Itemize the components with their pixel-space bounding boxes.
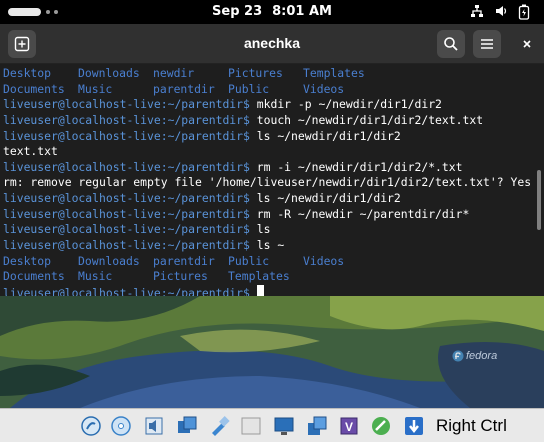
directory-entry: Downloads [78, 253, 140, 268]
fedora-wordmark: fedora [466, 350, 498, 362]
directory-entry: parentdir [153, 253, 215, 268]
optical-drive-icon[interactable] [110, 415, 132, 437]
terminal-line: liveuser@localhost-live:~/parentdir$ tou… [3, 113, 544, 129]
directory-entry: Pictures [153, 269, 208, 284]
fedora-icon [452, 350, 464, 362]
shell-prompt: liveuser@localhost-live:~/parentdir$ [3, 112, 250, 127]
network-adapter-icon[interactable] [176, 415, 198, 437]
shell-command: ls ~ [249, 238, 285, 253]
terminal-line: Desktop Downloads parentdir Public Videos [3, 254, 544, 270]
shell-command: rm -R ~/newdir ~/parentdir/dir* [249, 206, 470, 221]
directory-entry: Pictures [228, 66, 283, 80]
terminal-line: liveuser@localhost-live:~/parentdir$ ls … [3, 129, 544, 145]
shell-command: ls ~/newdir/dir1/dir2 [249, 128, 401, 143]
shell-prompt: liveuser@localhost-live:~/parentdir$ [3, 238, 250, 253]
network-icon[interactable] [470, 4, 484, 18]
search-button[interactable] [437, 30, 465, 58]
shell-prompt: liveuser@localhost-live:~/parentdir$ [3, 97, 250, 112]
hamburger-icon [481, 39, 493, 49]
shell-command: rm -i ~/newdir/dir1/dir2/*.txt [249, 159, 463, 174]
shell-command: touch ~/newdir/dir1/dir2/text.txt [249, 112, 484, 127]
terminal-line: liveuser@localhost-live:~/parentdir$ ls [3, 222, 544, 238]
virtualbox-statusbar: V Right Ctrl [0, 408, 544, 442]
terminal-line: liveuser@localhost-live:~/parentdir$ [3, 284, 544, 296]
search-icon [444, 37, 458, 51]
shell-command: ls [249, 222, 271, 237]
directory-entry: Documents [3, 81, 65, 96]
shared-folders-icon[interactable] [240, 415, 262, 437]
directory-entry: Videos [303, 253, 345, 268]
top-bar: Sep 23 8:01 AM [0, 0, 544, 24]
directory-entry: Music [78, 81, 113, 96]
clock-time: 8:01 AM [272, 4, 332, 19]
text-cursor [256, 284, 264, 296]
directory-entry: newdir [153, 66, 195, 80]
battery-icon[interactable] [518, 4, 530, 20]
cpu-vt-x-icon[interactable]: V [338, 415, 360, 437]
terminal-headerbar: anechka [0, 24, 544, 64]
directory-entry: Documents [3, 269, 65, 284]
directory-entry: Templates [228, 269, 290, 284]
directory-entry: Desktop [3, 253, 52, 268]
directory-entry: Downloads [78, 66, 140, 80]
shell-command: mkdir -p ~/newdir/dir1/dir2 [249, 97, 442, 112]
shell-prompt: liveuser@localhost-live:~/parentdir$ [3, 285, 250, 296]
shell-prompt: liveuser@localhost-live:~/parentdir$ [3, 206, 250, 221]
fedora-logo: fedora [452, 350, 497, 362]
terminal-line: liveuser@localhost-live:~/parentdir$ mkd… [3, 97, 544, 113]
shell-command: ls ~/newdir/dir1/dir2 [249, 191, 401, 206]
host-key-label: Right Ctrl [436, 416, 507, 435]
shell-prompt: liveuser@localhost-live:~/parentdir$ [3, 222, 250, 237]
shell-command [250, 286, 257, 296]
menu-button[interactable] [473, 30, 501, 58]
command-output: text.txt [3, 144, 58, 159]
terminal-line: Documents Music parentdir Public Videos [3, 82, 544, 98]
directory-entry: Templates [303, 66, 365, 80]
hard-disk-icon[interactable] [80, 415, 102, 437]
directory-entry: Public [228, 81, 270, 96]
terminal-line: Desktop Downloads newdir Pictures Templates [3, 66, 544, 82]
terminal-line: liveuser@localhost-live:~/parentdir$ rm … [3, 160, 544, 176]
svg-text:V: V [345, 420, 353, 434]
host-key-arrow-icon[interactable] [403, 415, 425, 437]
terminal-line: rm: remove regular empty file '/home/liv… [3, 175, 544, 191]
close-icon [523, 40, 531, 48]
display-icon[interactable] [273, 415, 295, 437]
close-button[interactable] [513, 30, 541, 58]
scrollbar[interactable] [537, 170, 541, 230]
directory-entry: Videos [303, 81, 345, 96]
terminal-line: liveuser@localhost-live:~/parentdir$ ls … [3, 191, 544, 207]
directory-entry: parentdir [153, 81, 215, 96]
video-capture-icon[interactable] [306, 415, 328, 437]
terminal-line: text.txt [3, 144, 544, 160]
mouse-integration-icon[interactable] [370, 415, 392, 437]
shell-prompt: liveuser@localhost-live:~/parentdir$ [3, 191, 250, 206]
directory-entry: Desktop [3, 66, 52, 80]
shell-prompt: liveuser@localhost-live:~/parentdir$ [3, 159, 250, 174]
clock-date: Sep 23 [212, 4, 263, 19]
directory-entry: Music [78, 269, 113, 284]
terminal-line: Documents Music Pictures Templates [3, 269, 544, 285]
terminal-line: liveuser@localhost-live:~/parentdir$ ls … [3, 238, 544, 254]
terminal-line: liveuser@localhost-live:~/parentdir$ rm … [3, 207, 544, 223]
audio-icon[interactable] [143, 415, 165, 437]
volume-icon[interactable] [494, 4, 508, 18]
command-output: rm: remove regular empty file '/home/liv… [3, 175, 532, 190]
terminal-output[interactable]: Desktop Downloads newdir Pictures Templates D… [0, 64, 544, 296]
clock[interactable]: Sep 23 8:01 AM [0, 4, 544, 19]
directory-entry: Public [228, 253, 270, 268]
usb-icon[interactable] [208, 415, 230, 437]
shell-prompt: liveuser@localhost-live:~/parentdir$ [3, 128, 250, 143]
